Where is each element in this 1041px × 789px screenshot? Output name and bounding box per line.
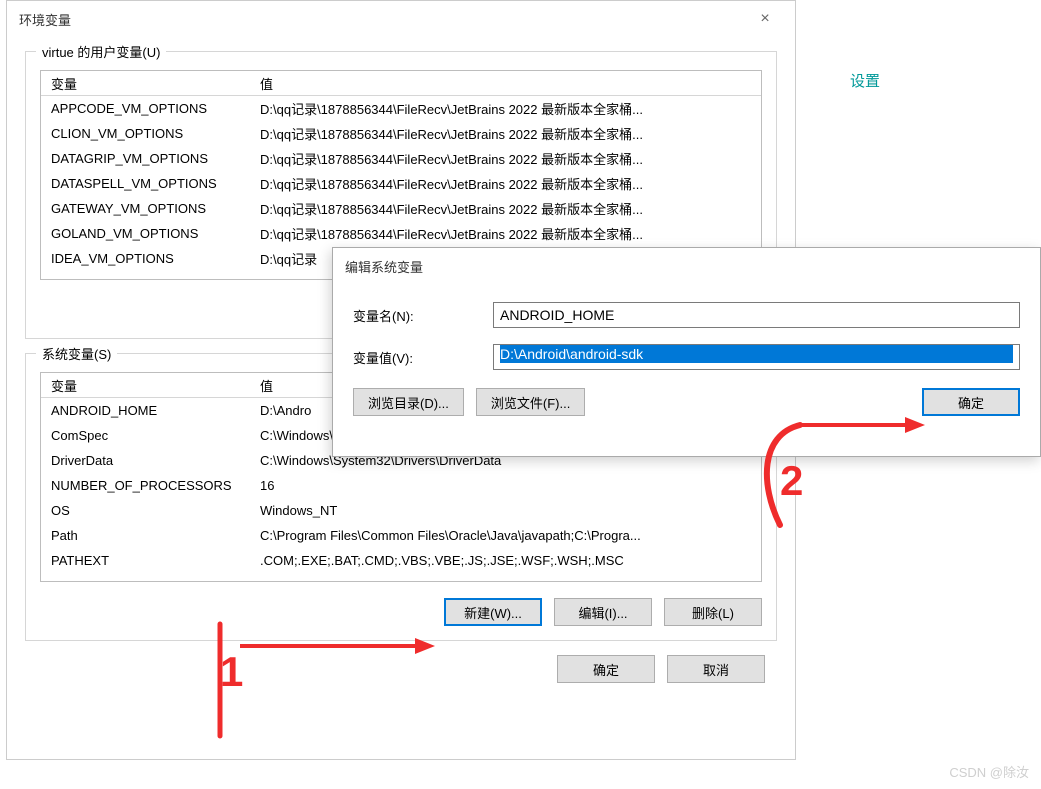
var-name-cell: CLION_VM_OPTIONS (41, 126, 256, 141)
table-row[interactable]: PATHEXT.COM;.EXE;.BAT;.CMD;.VBS;.VBE;.JS… (41, 548, 761, 573)
env-ok-button[interactable]: 确定 (557, 655, 655, 683)
table-row[interactable]: NUMBER_OF_PROCESSORS16 (41, 473, 761, 498)
var-name-cell: ANDROID_HOME (41, 403, 256, 418)
col-val-header[interactable]: 值 (256, 74, 761, 93)
var-value-cell: D:\qq记录\1878856344\FileRecv\JetBrains 20… (256, 149, 761, 168)
var-value-cell: D:\qq记录\1878856344\FileRecv\JetBrains 20… (256, 174, 761, 193)
edit-variable-dialog: 编辑系统变量 变量名(N): 变量值(V): D:\Android\androi… (332, 247, 1041, 457)
env-titlebar: 环境变量 × (7, 1, 795, 37)
close-icon[interactable]: × (745, 4, 785, 34)
var-name-cell: APPCODE_VM_OPTIONS (41, 101, 256, 116)
watermark: CSDN @除汝 (949, 762, 1029, 781)
edit-title: 编辑系统变量 (345, 257, 1030, 276)
var-value-cell: D:\qq记录\1878856344\FileRecv\JetBrains 20… (256, 99, 761, 118)
var-name-cell: DATASPELL_VM_OPTIONS (41, 176, 256, 191)
sys-edit-button[interactable]: 编辑(I)... (554, 598, 652, 626)
value-label: 变量值(V): (353, 348, 493, 367)
var-name-cell: OS (41, 503, 256, 518)
var-name-cell: IDEA_VM_OPTIONS (41, 251, 256, 266)
var-value-cell: D:\qq记录\1878856344\FileRecv\JetBrains 20… (256, 224, 761, 243)
name-input[interactable] (493, 302, 1020, 328)
sys-delete-button[interactable]: 删除(L) (664, 598, 762, 626)
edit-btn-row: 浏览目录(D)... 浏览文件(F)... 确定 (353, 388, 1020, 416)
col-var-header[interactable]: 变量 (41, 376, 256, 395)
sys-vars-title: 系统变量(S) (36, 344, 117, 363)
sys-new-button[interactable]: 新建(W)... (444, 598, 542, 626)
var-name-cell: ComSpec (41, 428, 256, 443)
table-row[interactable]: OSWindows_NT (41, 498, 761, 523)
table-row[interactable]: APPCODE_VM_OPTIONSD:\qq记录\1878856344\Fil… (41, 96, 761, 121)
edit-ok-button[interactable]: 确定 (922, 388, 1020, 416)
var-name-cell: GOLAND_VM_OPTIONS (41, 226, 256, 241)
table-row[interactable]: GOLAND_VM_OPTIONSD:\qq记录\1878856344\File… (41, 221, 761, 246)
side-link[interactable]: 设置 (850, 70, 880, 91)
var-name-cell: PATHEXT (41, 553, 256, 568)
table-row[interactable]: DATASPELL_VM_OPTIONSD:\qq记录\1878856344\F… (41, 171, 761, 196)
name-row: 变量名(N): (353, 302, 1020, 328)
table-row[interactable]: CLION_VM_OPTIONSD:\qq记录\1878856344\FileR… (41, 121, 761, 146)
browse-dir-button[interactable]: 浏览目录(D)... (353, 388, 464, 416)
env-title: 环境变量 (19, 10, 745, 29)
var-value-cell: C:\Program Files\Common Files\Oracle\Jav… (256, 528, 761, 543)
var-value-cell: D:\qq记录\1878856344\FileRecv\JetBrains 20… (256, 199, 761, 218)
value-input[interactable]: D:\Android\android-sdk (493, 344, 1020, 370)
table-header: 变量 值 (41, 71, 761, 96)
var-name-cell: Path (41, 528, 256, 543)
var-name-cell: GATEWAY_VM_OPTIONS (41, 201, 256, 216)
sys-btn-row: 新建(W)... 编辑(I)... 删除(L) (40, 598, 762, 626)
var-name-cell: NUMBER_OF_PROCESSORS (41, 478, 256, 493)
edit-titlebar: 编辑系统变量 (333, 248, 1040, 284)
final-btn-row: 确定 取消 (37, 655, 765, 683)
var-value-cell: Windows_NT (256, 503, 761, 518)
browse-file-button[interactable]: 浏览文件(F)... (476, 388, 585, 416)
env-cancel-button[interactable]: 取消 (667, 655, 765, 683)
table-row[interactable]: PathC:\Program Files\Common Files\Oracle… (41, 523, 761, 548)
name-label: 变量名(N): (353, 306, 493, 325)
var-name-cell: DATAGRIP_VM_OPTIONS (41, 151, 256, 166)
var-name-cell: DriverData (41, 453, 256, 468)
table-row[interactable]: GATEWAY_VM_OPTIONSD:\qq记录\1878856344\Fil… (41, 196, 761, 221)
var-value-cell: D:\qq记录\1878856344\FileRecv\JetBrains 20… (256, 124, 761, 143)
user-vars-title: virtue 的用户变量(U) (36, 42, 166, 61)
value-row: 变量值(V): D:\Android\android-sdk (353, 344, 1020, 370)
table-row[interactable]: DATAGRIP_VM_OPTIONSD:\qq记录\1878856344\Fi… (41, 146, 761, 171)
col-var-header[interactable]: 变量 (41, 74, 256, 93)
var-value-cell: 16 (256, 478, 761, 493)
var-value-cell: .COM;.EXE;.BAT;.CMD;.VBS;.VBE;.JS;.JSE;.… (256, 553, 761, 568)
